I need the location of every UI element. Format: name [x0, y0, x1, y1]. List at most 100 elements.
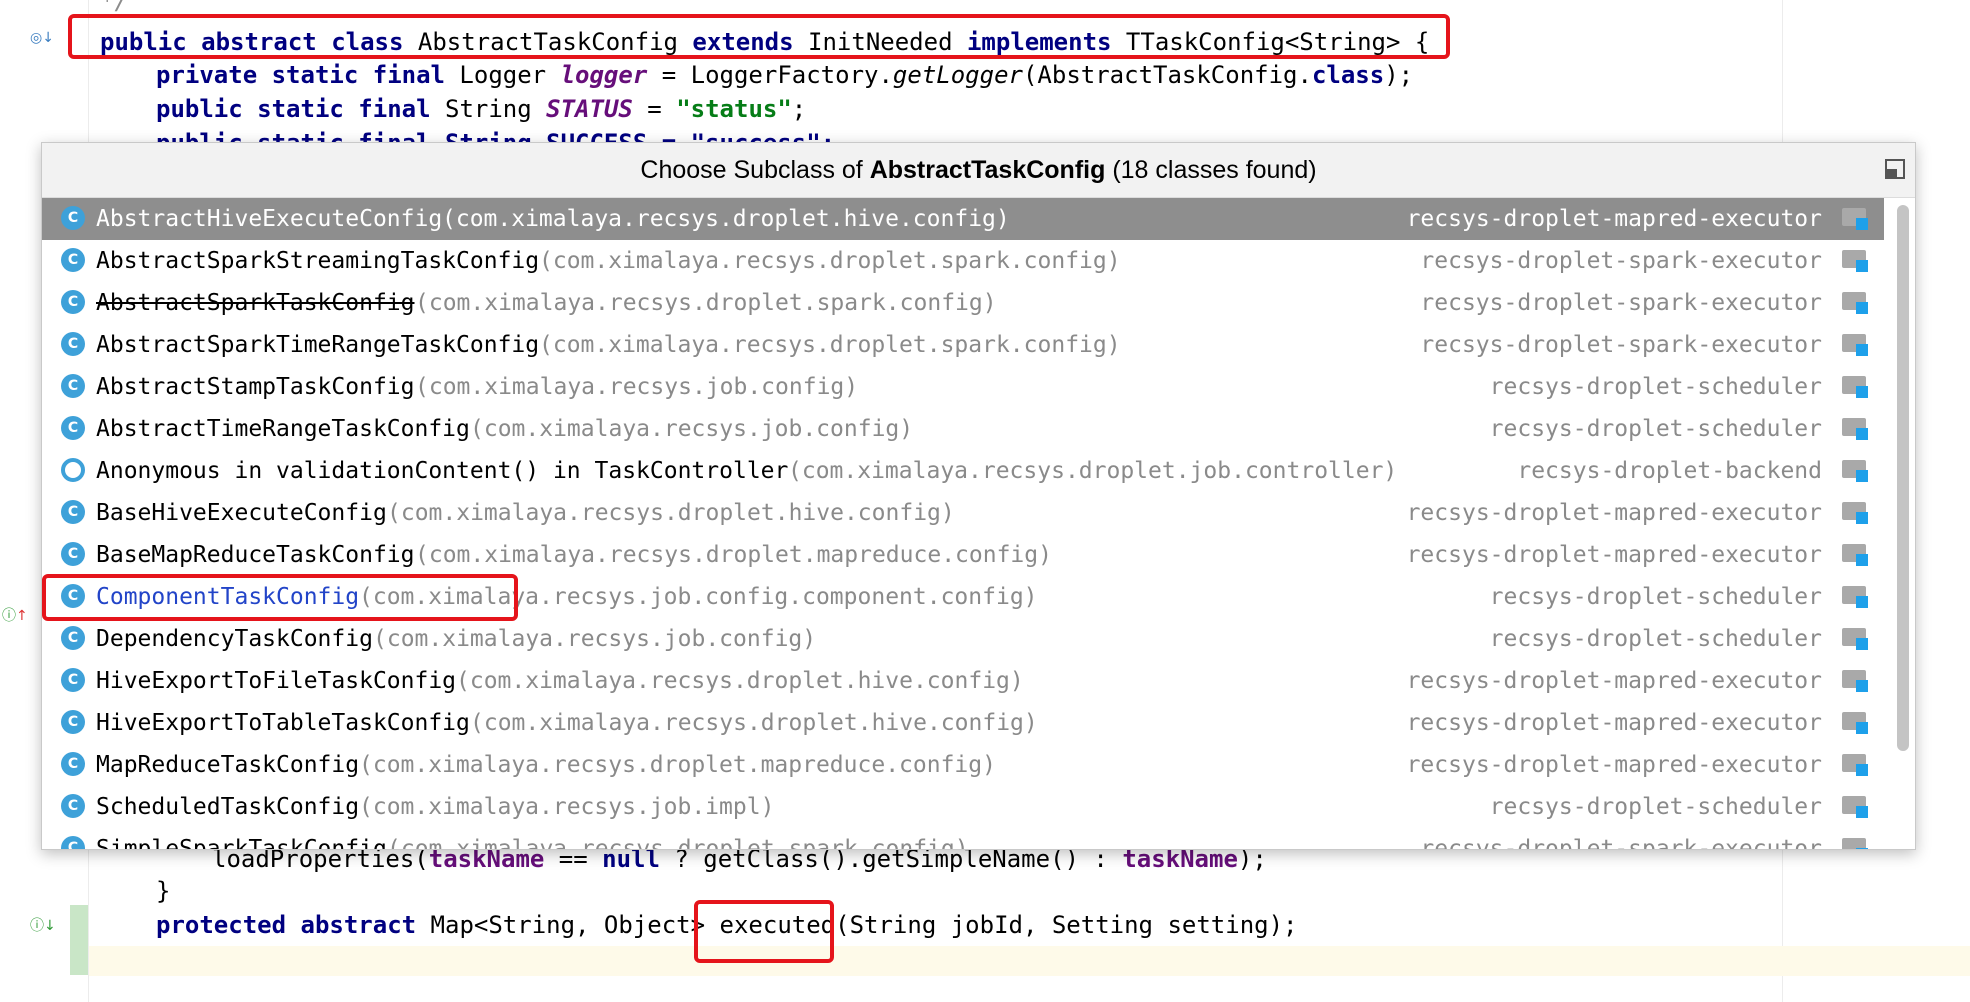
subclass-package: (com.ximalaya.recsys.droplet.mapreduce.c… — [359, 752, 996, 778]
module-folder-icon — [1842, 754, 1870, 776]
subclass-row[interactable]: C AbstractSparkStreamingTaskConfig (com.x… — [42, 240, 1884, 282]
subclass-name: ScheduledTaskConfig — [96, 794, 360, 820]
class-icon: C — [61, 374, 85, 398]
class-icon: C — [61, 416, 85, 440]
subclass-row[interactable]: C HiveExportToFileTaskConfig (com.ximalay… — [42, 660, 1884, 702]
subclass-row[interactable]: C AbstractSparkTaskConfig (com.ximalaya.r… — [42, 282, 1884, 324]
subclass-package: (com.ximalaya.recsys.droplet.spark.confi… — [415, 290, 997, 316]
subclass-name: AbstractSparkStreamingTaskConfig — [96, 248, 540, 274]
subclass-name: AbstractStampTaskConfig — [96, 374, 415, 400]
subclass-package: (com.ximalaya.recsys.job.config) — [415, 374, 859, 400]
class-icon: C — [61, 668, 85, 692]
subclass-module: recsys-droplet-scheduler — [1489, 794, 1822, 820]
subclass-list[interactable]: C AbstractHiveExecuteConfig (com.ximalaya… — [42, 198, 1884, 850]
class-icon: C — [61, 794, 85, 818]
subclass-package: (com.ximalaya.recsys.droplet.mapreduce.c… — [415, 542, 1052, 568]
subclass-name: AbstractSparkTimeRangeTaskConfig — [96, 332, 540, 358]
class-icon: C — [61, 248, 85, 272]
subclass-row[interactable]: C ScheduledTaskConfig (com.ximalaya.recsy… — [42, 786, 1884, 828]
subclass-module: recsys-droplet-spark-executor — [1420, 248, 1822, 274]
subclass-module: recsys-droplet-scheduler — [1489, 584, 1822, 610]
subclass-package: (com.ximalaya.recsys.droplet.hive.config… — [470, 710, 1038, 736]
implements-up-icon[interactable]: ⓘ↑ — [2, 605, 28, 625]
subclass-name: AbstractHiveExecuteConfig — [96, 206, 443, 232]
class-icon: C — [61, 332, 85, 356]
subclass-package: (com.ximalaya.recsys.droplet.hive.config… — [456, 668, 1024, 694]
subclass-name: AbstractTimeRangeTaskConfig — [96, 416, 470, 442]
module-folder-icon — [1842, 334, 1870, 356]
class-icon: C — [61, 626, 85, 650]
subclass-package: (com.ximalaya.recsys.droplet.job.control… — [788, 458, 1398, 484]
subclass-module: recsys-droplet-mapred-executor — [1406, 542, 1822, 568]
subclass-row[interactable]: C SimpleSparkTaskConfig (com.ximalaya.rec… — [42, 828, 1884, 850]
class-icon: C — [61, 836, 85, 849]
module-folder-icon — [1842, 292, 1870, 314]
module-folder-icon — [1842, 460, 1870, 482]
module-folder-icon — [1842, 544, 1870, 566]
annotation-class-declaration — [68, 14, 1450, 59]
subclass-name: BaseHiveExecuteConfig — [96, 500, 387, 526]
module-folder-icon — [1842, 838, 1870, 849]
subclass-row[interactable]: C DependencyTaskConfig (com.ximalaya.recs… — [42, 618, 1884, 660]
module-folder-icon — [1842, 376, 1870, 398]
popup-title: Choose Subclass of AbstractTaskConfig (1… — [42, 143, 1915, 198]
subclass-row[interactable]: C AbstractSparkTimeRangeTaskConfig (com.x… — [42, 324, 1884, 366]
subclass-module: recsys-droplet-scheduler — [1489, 416, 1822, 442]
subclass-row[interactable]: C HiveExportToTableTaskConfig (com.ximala… — [42, 702, 1884, 744]
module-folder-icon — [1842, 250, 1870, 272]
current-line-highlight — [89, 946, 1970, 976]
subclass-package: (com.ximalaya.recsys.job.config) — [373, 626, 817, 652]
subclass-package: (com.ximalaya.recsys.job.config) — [470, 416, 914, 442]
open-in-find-window-icon[interactable] — [1885, 159, 1905, 179]
module-folder-icon — [1842, 502, 1870, 524]
subclass-name: DependencyTaskConfig — [96, 626, 373, 652]
subclass-row[interactable]: C AbstractHiveExecuteConfig (com.ximalaya… — [42, 198, 1884, 240]
subclass-row[interactable]: C MapReduceTaskConfig (com.ximalaya.recsy… — [42, 744, 1884, 786]
subclass-module: recsys-droplet-mapred-executor — [1406, 206, 1822, 232]
code-line-close-brace[interactable]: } — [156, 876, 170, 906]
subclass-module: recsys-droplet-scheduler — [1489, 374, 1822, 400]
choose-subclass-popup[interactable]: Choose Subclass of AbstractTaskConfig (1… — [41, 142, 1916, 850]
subclass-package: (com.ximalaya.recsys.droplet.hive.config… — [387, 500, 955, 526]
subclass-module: recsys-droplet-spark-executor — [1420, 332, 1822, 358]
subclass-name: SimpleSparkTaskConfig — [96, 836, 387, 850]
implemented-icon[interactable]: ◎↓ — [30, 30, 54, 46]
subclass-name: HiveExportToFileTaskConfig — [96, 668, 457, 694]
popup-scrollbar[interactable] — [1897, 205, 1909, 751]
subclass-row[interactable]: C BaseHiveExecuteConfig (com.ximalaya.rec… — [42, 492, 1884, 534]
subclass-name: HiveExportToTableTaskConfig — [96, 710, 470, 736]
subclass-module: recsys-droplet-spark-executor — [1420, 290, 1822, 316]
annotation-component-task-config — [42, 574, 518, 621]
subclass-module: recsys-droplet-mapred-executor — [1406, 710, 1822, 736]
module-folder-icon — [1842, 628, 1870, 650]
module-folder-icon — [1842, 712, 1870, 734]
subclass-package: (com.ximalaya.recsys.job.impl) — [359, 794, 775, 820]
class-icon: C — [61, 752, 85, 776]
module-folder-icon — [1842, 670, 1870, 692]
class-icon: C — [61, 500, 85, 524]
subclass-package: (com.ximalaya.recsys.droplet.hive.config… — [442, 206, 1010, 232]
subclass-package: (com.ximalaya.recsys.droplet.spark.confi… — [387, 836, 969, 850]
code-line-logger[interactable]: private static final Logger logger = Log… — [156, 60, 1413, 90]
code-line-status[interactable]: public static final String STATUS = "sta… — [156, 94, 806, 124]
subclass-row[interactable]: C AbstractTimeRangeTaskConfig (com.ximala… — [42, 408, 1884, 450]
subclass-row[interactable]: C AbstractStampTaskConfig (com.ximalaya.r… — [42, 366, 1884, 408]
subclass-module: recsys-droplet-mapred-executor — [1406, 500, 1822, 526]
module-folder-icon — [1842, 586, 1870, 608]
module-folder-icon — [1842, 418, 1870, 440]
subclass-module: recsys-droplet-spark-executor — [1420, 836, 1822, 850]
subclass-module: recsys-droplet-backend — [1517, 458, 1822, 484]
implemented-method-icon[interactable]: ⓘ↓ — [30, 915, 56, 935]
subclass-row[interactable]: Anonymous in validationContent() in Task… — [42, 450, 1884, 492]
subclass-module: recsys-droplet-scheduler — [1489, 626, 1822, 652]
subclass-module: recsys-droplet-mapred-executor — [1406, 668, 1822, 694]
subclass-module: recsys-droplet-mapred-executor — [1406, 752, 1822, 778]
vcs-change-marker — [70, 905, 88, 975]
class-icon: C — [61, 206, 85, 230]
subclass-name: Anonymous in validationContent() in Task… — [96, 458, 789, 484]
subclass-name: BaseMapReduceTaskConfig — [96, 542, 415, 568]
subclass-name: MapReduceTaskConfig — [96, 752, 360, 778]
anonymous-class-icon — [61, 458, 85, 482]
class-icon: C — [61, 542, 85, 566]
subclass-row[interactable]: C BaseMapReduceTaskConfig (com.ximalaya.r… — [42, 534, 1884, 576]
